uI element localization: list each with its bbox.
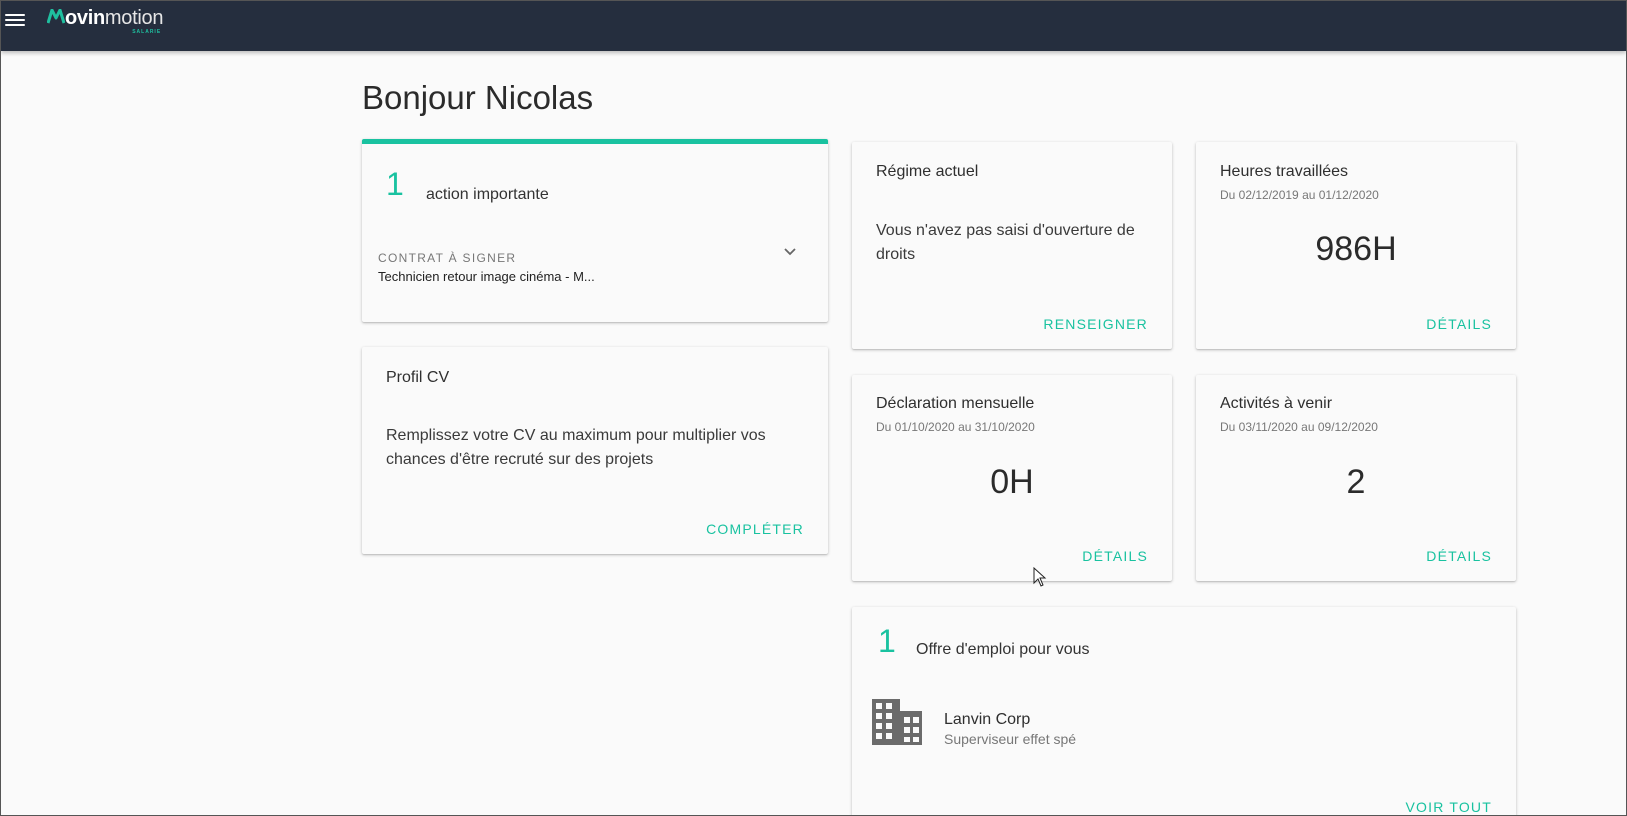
contract-description: Technicien retour image cinéma - M... — [378, 269, 595, 284]
hours-card: Heures travaillées Du 02/12/2019 au 01/1… — [1196, 142, 1516, 349]
job-company: Lanvin Corp — [944, 711, 1031, 728]
activities-card-title: Activités à venir — [1220, 395, 1333, 412]
logo-text-light: motion — [104, 7, 164, 29]
hours-details-button[interactable]: DÉTAILS — [1426, 316, 1492, 332]
activities-card-period: Du 03/11/2020 au 09/12/2020 — [1220, 420, 1378, 434]
hours-value: 986H — [1315, 230, 1397, 268]
jobs-card: 1 Offre d'emploi pour vous Lanvin Corp S… — [852, 607, 1516, 815]
complete-cv-button[interactable]: COMPLÉTER — [706, 521, 804, 537]
logo[interactable]: ovinmotion SALARIE — [47, 7, 164, 35]
activities-details-button[interactable]: DÉTAILS — [1426, 548, 1492, 564]
logo-subtitle: SALARIE — [132, 29, 162, 35]
logo-text-bold: ovin — [65, 7, 105, 29]
activities-card: Activités à venir Du 03/11/2020 au 09/12… — [1196, 375, 1516, 581]
top-bar: ovinmotion SALARIE — [1, 1, 1626, 51]
hours-card-period: Du 02/12/2019 au 01/12/2020 — [1220, 188, 1379, 202]
activities-value: 2 — [1346, 463, 1366, 501]
hours-card-title: Heures travaillées — [1220, 163, 1349, 180]
job-title: Superviseur effet spé — [944, 731, 1077, 747]
see-all-jobs-button[interactable]: VOIR TOUT — [1405, 799, 1492, 815]
cv-card-title: Profil CV — [386, 369, 450, 386]
chevron-down-icon[interactable] — [784, 248, 796, 256]
actions-card: 1 action importante CONTRAT À SIGNER Tec… — [362, 139, 828, 322]
declaration-details-button[interactable]: DÉTAILS — [1082, 548, 1148, 564]
regime-card-title: Régime actuel — [876, 163, 979, 180]
logo-m-icon — [47, 9, 65, 24]
actions-label: action importante — [426, 186, 549, 203]
renseigner-button[interactable]: RENSEIGNER — [1043, 316, 1148, 332]
regime-card: Régime actuel Vous n'avez pas saisi d'ou… — [852, 142, 1172, 349]
jobs-count: 1 — [878, 623, 896, 659]
cv-card: Profil CV Remplissez votre CV au maximum… — [362, 347, 828, 554]
cv-card-text: Remplissez votre CV au maximum pour mult… — [386, 427, 766, 468]
declaration-card-title: Déclaration mensuelle — [876, 395, 1035, 412]
declaration-value: 0H — [990, 463, 1034, 501]
menu-icon[interactable] — [5, 11, 25, 27]
building-icon — [872, 699, 922, 745]
jobs-label: Offre d'emploi pour vous — [916, 641, 1090, 658]
mouse-cursor-icon — [1033, 567, 1047, 587]
declaration-card-period: Du 01/10/2020 au 31/10/2020 — [876, 420, 1035, 434]
regime-card-text: Vous n'avez pas saisi d'ouverture de dro… — [876, 222, 1135, 263]
declaration-card: Déclaration mensuelle Du 01/10/2020 au 3… — [852, 375, 1172, 581]
app-window: ovinmotion SALARIE Bonjour Nicolas 1 act… — [0, 0, 1627, 816]
contract-eyebrow: CONTRAT À SIGNER — [378, 251, 517, 265]
page-title: Bonjour Nicolas — [362, 79, 594, 116]
actions-count: 1 — [386, 166, 404, 202]
